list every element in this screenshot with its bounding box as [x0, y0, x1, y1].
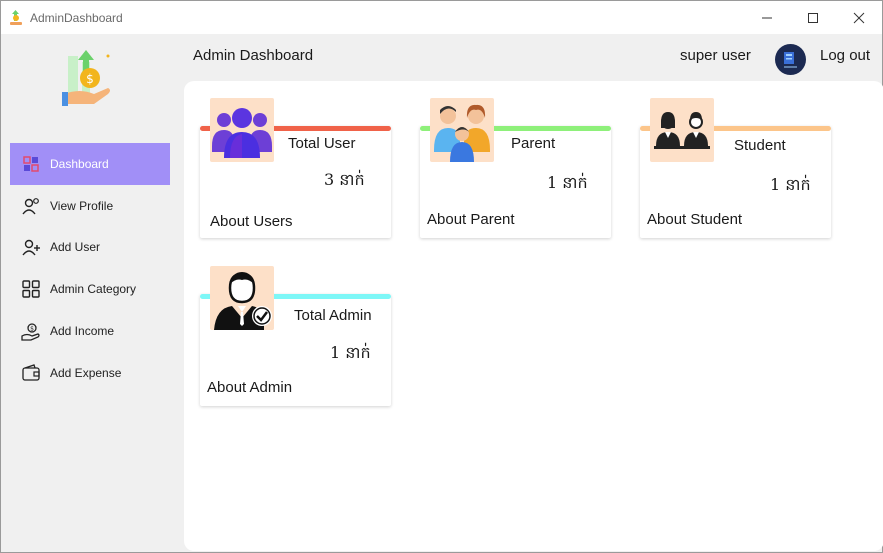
family-icon — [430, 98, 494, 162]
minimize-icon — [762, 17, 772, 18]
profile-icon — [20, 195, 42, 217]
sidebar-item-label: Admin Category — [50, 282, 137, 296]
about-admin-link[interactable]: About Admin — [207, 379, 292, 396]
students-icon — [650, 98, 714, 162]
app-logo: $ — [60, 46, 116, 110]
user-name: super user — [680, 47, 751, 64]
close-button[interactable] — [836, 1, 882, 34]
about-parent-link[interactable]: About Parent — [427, 211, 515, 228]
wallet-icon — [20, 362, 42, 384]
card-count: 1 នាក់ — [330, 343, 371, 362]
app-window: AdminDashboard $ Dashboard View Profile … — [0, 0, 883, 553]
sidebar-item-view-profile[interactable]: View Profile — [10, 185, 170, 227]
minimize-button[interactable] — [744, 1, 790, 34]
sidebar-item-label: Add User — [50, 240, 101, 254]
window-title: AdminDashboard — [30, 10, 123, 25]
maximize-button[interactable] — [790, 1, 836, 34]
avatar[interactable] — [775, 44, 806, 75]
logout-link[interactable]: Log out — [820, 47, 870, 64]
card-count: 1 នាក់ — [770, 175, 811, 194]
sidebar-item-add-expense[interactable]: Add Expense — [10, 352, 170, 394]
sidebar-item-label: Add Expense — [50, 366, 122, 380]
sidebar-item-admin-category[interactable]: Admin Category — [10, 268, 170, 310]
close-icon — [853, 12, 865, 23]
sidebar-item-add-user[interactable]: Add User — [10, 226, 170, 268]
maximize-icon — [808, 12, 818, 23]
sidebar: $ Dashboard View Profile Add User Admin … — [2, 34, 182, 552]
svg-text:$: $ — [30, 326, 34, 333]
card-title: Total User — [288, 135, 356, 152]
dashboard-icon — [20, 153, 42, 175]
sidebar-item-label: View Profile — [50, 199, 114, 213]
total-admin-card[interactable]: Total Admin 1 នាក់ About Admin — [200, 266, 391, 406]
sidebar-item-add-income[interactable]: $ Add Income — [10, 310, 170, 352]
sidebar-item-dashboard[interactable]: Dashboard — [10, 143, 170, 185]
dashboard-content: Total User 3 នាក់ About Users Parent 1 ន… — [184, 81, 883, 551]
page-title: Admin Dashboard — [193, 47, 314, 64]
card-title: Total Admin — [294, 307, 372, 324]
card-title: Student — [734, 137, 786, 154]
about-student-link[interactable]: About Student — [647, 211, 742, 228]
card-count: 1 នាក់ — [547, 173, 588, 192]
svg-text:$: $ — [86, 72, 94, 86]
sidebar-item-label: Dashboard — [50, 157, 109, 171]
window-controls — [744, 1, 882, 34]
add-user-icon — [20, 236, 42, 258]
parent-card[interactable]: Parent 1 នាក់ About Parent — [420, 98, 611, 238]
sidebar-item-label: Add Income — [50, 324, 115, 338]
title-bar: AdminDashboard — [1, 1, 882, 34]
income-icon: $ — [20, 320, 42, 342]
money-plant-icon — [8, 9, 24, 26]
category-grid-icon — [20, 278, 42, 300]
card-count: 3 នាក់ — [324, 170, 365, 189]
card-title: Parent — [511, 135, 556, 152]
users-group-icon — [210, 98, 274, 162]
about-users-link[interactable]: About Users — [210, 213, 293, 230]
admin-icon — [210, 266, 274, 330]
student-card[interactable]: Student 1 នាក់ About Student — [640, 98, 831, 238]
total-user-card[interactable]: Total User 3 នាក់ About Users — [200, 98, 391, 238]
